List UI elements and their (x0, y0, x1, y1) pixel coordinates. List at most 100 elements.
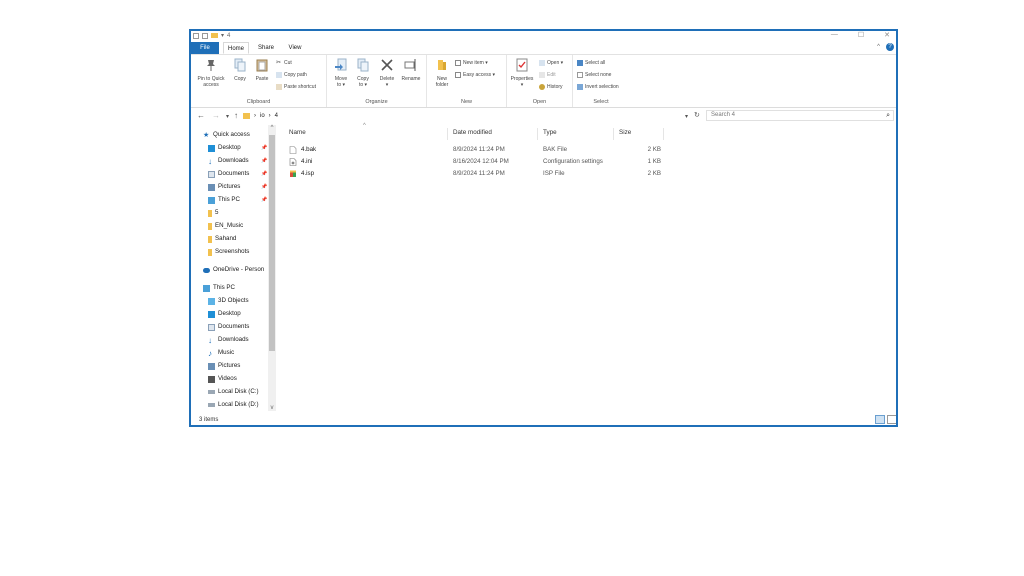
nav-pc-videos[interactable]: Videos (208, 373, 237, 385)
nav-qa-this-pc[interactable]: This PC (208, 194, 240, 206)
rename-button[interactable]: Rename (399, 58, 423, 82)
column-header-name[interactable]: Name (289, 128, 306, 138)
copy-to-button[interactable]: Copy to ▾ (353, 58, 373, 88)
nav-qa-folder-5[interactable]: 5 (208, 207, 218, 219)
edit-button[interactable]: Edit (539, 72, 556, 78)
close-icon[interactable]: ✕ (884, 31, 890, 39)
column-divider[interactable] (613, 128, 614, 140)
large-icons-view-icon[interactable] (887, 415, 896, 424)
address-dropdown-icon[interactable]: ▾ (685, 113, 688, 120)
minimize-icon[interactable]: — (831, 31, 838, 39)
back-arrow-icon[interactable]: ← (197, 111, 205, 120)
open-button[interactable]: Open ▾ (539, 60, 563, 66)
scroll-up-icon[interactable]: ^ (268, 125, 276, 131)
title-bar: ▾ 4 — ☐ ✕ (191, 31, 896, 41)
ribbon-right-controls: ^ ? (877, 43, 894, 51)
nav-qa-en-music[interactable]: EN_Music (208, 220, 243, 232)
select-none-button[interactable]: Select none (577, 72, 611, 78)
breadcrumb-io[interactable]: io (260, 111, 265, 121)
music-note-icon: ♪ (208, 348, 212, 358)
easy-access-button[interactable]: Easy access ▾ (455, 72, 495, 78)
recent-locations-icon[interactable]: ▾ (226, 113, 229, 120)
desktop-icon (208, 310, 215, 318)
nav-pc-desktop[interactable]: Desktop (208, 308, 241, 320)
maximize-icon[interactable]: ☐ (858, 31, 864, 39)
nav-qa-screenshots[interactable]: Screenshots (208, 246, 249, 258)
rename-icon (404, 59, 416, 71)
blank-file-icon (289, 146, 297, 154)
column-divider[interactable] (537, 128, 538, 140)
select-all-button[interactable]: Select all (577, 60, 605, 66)
history-button[interactable]: History (539, 84, 563, 90)
breadcrumb-4[interactable]: 4 (275, 111, 278, 121)
qat-properties-icon[interactable] (193, 32, 199, 39)
file-name: 4.bak (301, 146, 317, 153)
copy-path-button[interactable]: Copy path (276, 72, 307, 78)
breadcrumb[interactable]: › io › 4 (243, 111, 691, 121)
pin-quick-access-button[interactable]: Pin to Quick access (193, 58, 229, 88)
nav-qa-documents[interactable]: Documents (208, 168, 249, 180)
paste-button[interactable]: Paste (252, 58, 272, 82)
copy-button[interactable]: Copy (231, 58, 249, 82)
cube-icon (208, 297, 215, 305)
column-divider[interactable] (663, 128, 664, 140)
search-input[interactable]: Search 4 ⌕ (706, 110, 894, 121)
tab-file[interactable]: File (191, 42, 219, 54)
tab-home[interactable]: Home (223, 42, 249, 54)
edit-icon (539, 72, 545, 78)
file-explorer-window: ▾ 4 — ☐ ✕ File Home Share View ^ ? Pin t… (189, 29, 898, 427)
column-header-type[interactable]: Type (543, 128, 557, 138)
new-item-button[interactable]: New item ▾ (455, 60, 488, 66)
refresh-icon[interactable]: ↻ (694, 111, 700, 119)
new-item-icon (455, 60, 461, 66)
nav-qa-desktop[interactable]: Desktop (208, 142, 241, 154)
forward-arrow-icon[interactable]: → (212, 111, 220, 120)
quick-access-toolbar: ▾ 4 (193, 32, 230, 39)
file-type: Configuration settings (543, 158, 603, 165)
table-row[interactable]: 4.ini 8/16/2024 12:04 PM Configuration s… (283, 156, 663, 168)
properties-button[interactable]: Properties ▾ (508, 58, 536, 88)
scroll-down-icon[interactable]: v (268, 405, 276, 411)
scrollbar-thumb[interactable] (269, 135, 275, 351)
delete-button[interactable]: Delete ▾ (377, 58, 397, 88)
move-to-button[interactable]: Move to ▾ (331, 58, 351, 88)
easy-access-icon (455, 72, 461, 78)
tab-share[interactable]: Share (253, 42, 279, 54)
nav-pc-documents[interactable]: Documents (208, 321, 249, 333)
nav-scrollbar[interactable]: ^ v (268, 125, 276, 411)
qat-checkbox-icon[interactable] (202, 32, 208, 39)
nav-qa-sahand[interactable]: Sahand (208, 233, 236, 245)
table-row[interactable]: 4.bak 8/9/2024 11:24 PM BAK File 2 KB (283, 144, 663, 156)
search-icon[interactable]: ⌕ (886, 111, 890, 120)
nav-pc-3d-objects[interactable]: 3D Objects (208, 295, 249, 307)
column-header-date[interactable]: Date modified (453, 128, 492, 138)
invert-selection-button[interactable]: Invert selection (577, 84, 619, 90)
nav-onedrive[interactable]: OneDrive - Person (203, 264, 264, 276)
up-arrow-icon[interactable]: ↑ (234, 111, 238, 120)
paste-shortcut-button[interactable]: Paste shortcut (276, 84, 316, 90)
select-group: Select all Select none Invert selection … (573, 55, 629, 107)
new-folder-button[interactable]: New folder (431, 58, 453, 88)
nav-pc-music[interactable]: ♪ Music (208, 347, 234, 359)
qat-dropdown-icon[interactable]: ▾ (221, 32, 224, 39)
nav-this-pc[interactable]: This PC (203, 282, 235, 294)
nav-pc-local-disk-c[interactable]: Local Disk (C:) (208, 386, 259, 398)
nav-pc-downloads[interactable]: ↓ Downloads (208, 334, 249, 346)
column-divider[interactable] (447, 128, 448, 140)
details-view-icon[interactable] (875, 415, 885, 424)
collapse-ribbon-icon[interactable]: ^ (877, 44, 880, 50)
help-icon[interactable]: ? (886, 43, 894, 51)
nav-qa-downloads[interactable]: ↓ Downloads (208, 155, 249, 167)
nav-quick-access[interactable]: ★ Quick access (203, 129, 250, 141)
qat-folder-icon[interactable] (211, 33, 218, 38)
nav-qa-pictures[interactable]: Pictures (208, 181, 240, 193)
cut-button[interactable]: ✂ Cut (276, 60, 292, 66)
column-header-size[interactable]: Size (619, 128, 631, 138)
scissors-icon: ✂ (276, 60, 282, 66)
nav-pc-pictures[interactable]: Pictures (208, 360, 240, 372)
table-row[interactable]: 4.isp 8/9/2024 11:24 PM ISP File 2 KB (283, 168, 663, 180)
nav-pc-local-disk-d[interactable]: Local Disk (D:) (208, 399, 259, 411)
address-bar-row: ← → ▾ ↑ › io › 4 ▾ ↻ Search 4 ⌕ (191, 109, 896, 123)
tab-view[interactable]: View (283, 42, 307, 54)
paste-shortcut-icon (276, 84, 282, 90)
